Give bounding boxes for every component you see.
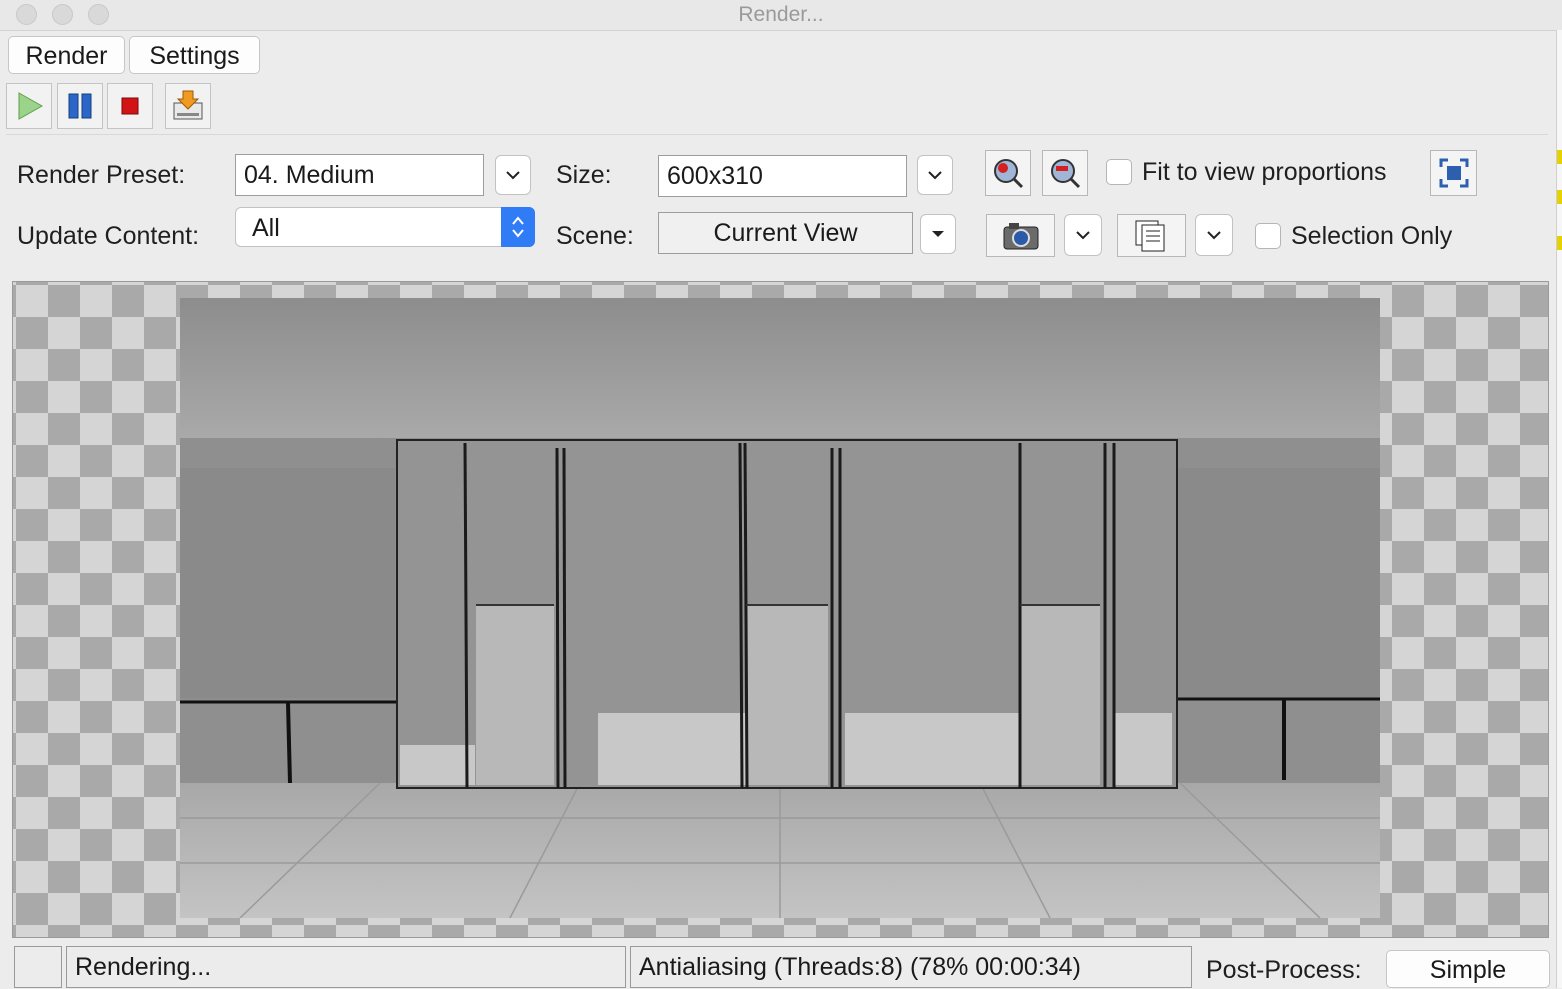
fit-view-icon [1439,158,1468,188]
layers-dropdown[interactable] [1195,214,1233,256]
pause-render-button[interactable] [57,83,103,129]
status-progress: Antialiasing (Threads:8) (78% 00:00:34) [630,946,1192,988]
scene-field[interactable]: Current View [658,212,913,254]
zoom-out-render-button[interactable] [1042,150,1088,196]
chevron-down-icon [1076,231,1090,240]
size-field[interactable]: 600x310 [658,155,907,197]
up-down-arrows-icon [512,216,524,238]
selection-only-checkbox[interactable] [1255,223,1281,249]
render-preset-field[interactable]: 04. Medium [235,154,484,196]
update-content-label: Update Content: [17,222,200,250]
edge-marker [1557,236,1562,250]
window-edge [1556,30,1562,988]
scene-dropdown[interactable] [920,214,956,254]
render-preset-label: Render Preset: [17,161,186,189]
play-icon [18,92,44,120]
pause-icon [68,93,92,119]
edge-marker [1557,150,1562,164]
update-content-select[interactable]: All [235,207,535,247]
stop-render-button[interactable] [107,83,153,129]
settings-tab[interactable]: Settings [129,36,260,74]
post-process-button[interactable]: Simple [1386,950,1550,988]
export-render-button[interactable] [165,83,211,129]
layers-button[interactable] [1117,214,1186,257]
stepper-arrows[interactable] [501,207,535,247]
triangle-down-icon [932,231,944,237]
window-title: Render... [738,3,824,26]
chevron-down-icon [1207,231,1221,240]
chevron-down-icon [928,171,942,180]
layers-icon [1135,220,1164,251]
zoom-in-icon [994,159,1024,189]
camera-button[interactable] [986,214,1055,257]
fit-to-view-label: Fit to view proportions [1142,158,1387,186]
status-state: Rendering... [66,946,626,988]
fit-to-view-checkbox[interactable] [1106,159,1132,185]
render-preset-dropdown[interactable] [495,155,531,195]
start-render-button[interactable] [6,83,52,129]
zoom-out-icon [1051,159,1081,189]
camera-dropdown[interactable] [1064,214,1102,256]
rendered-image [180,298,1380,918]
render-tab[interactable]: Render [8,36,125,74]
zoom-in-render-button[interactable] [985,150,1031,196]
fit-view-button[interactable] [1430,150,1477,196]
scene-label: Scene: [556,222,634,250]
stop-icon [121,97,139,115]
status-indicator [14,946,62,988]
update-content-value: All [252,214,280,242]
selection-only-label: Selection Only [1291,222,1453,250]
size-dropdown[interactable] [917,155,953,195]
camera-icon [1003,222,1038,249]
post-process-label: Post-Process: [1206,956,1362,984]
export-icon [173,90,203,120]
edge-marker [1557,190,1562,204]
chevron-down-icon [506,171,520,180]
toolbar-separator [6,134,1548,135]
size-label: Size: [556,161,612,189]
